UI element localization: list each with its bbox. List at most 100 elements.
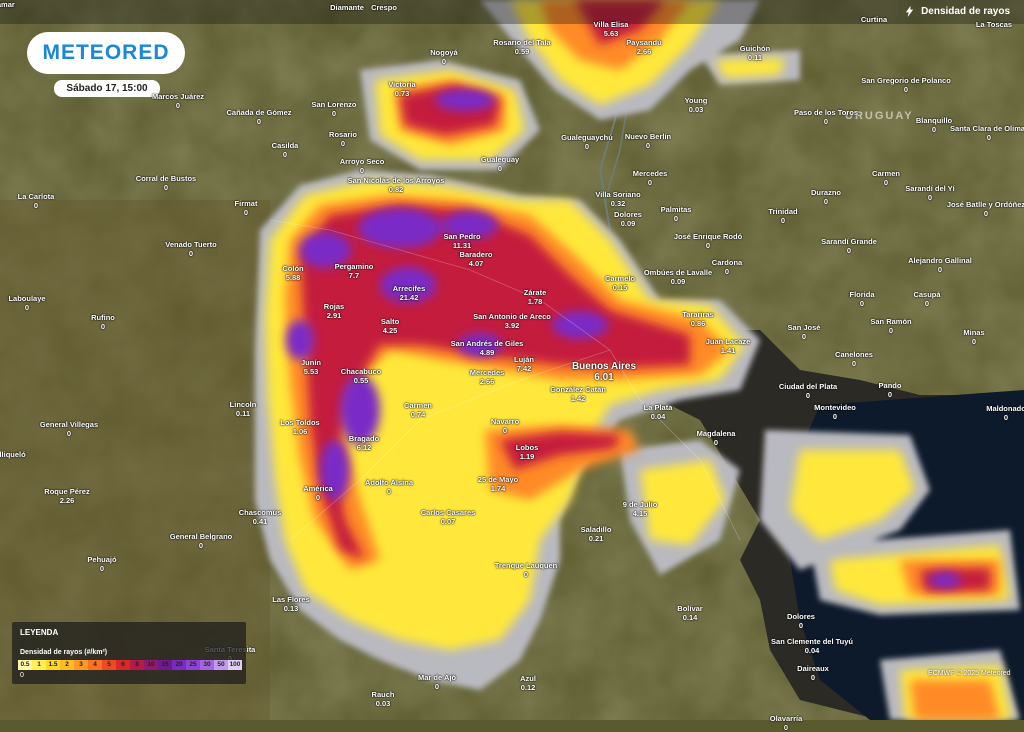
- place-label[interactable]: Las Flores 0.13: [272, 595, 310, 613]
- place-label[interactable]: Villa Elisa 5.63: [594, 20, 629, 38]
- place-label[interactable]: General Belgrano 0: [170, 532, 233, 550]
- place-label[interactable]: Tarariras 0.86: [682, 310, 714, 328]
- place-label[interactable]: Colón 5.88: [282, 264, 303, 282]
- place-label[interactable]: Navarro 0: [491, 417, 519, 435]
- layer-title[interactable]: Densidad de rayos: [904, 6, 1010, 17]
- place-label[interactable]: San Andrés de Giles 4.89: [451, 339, 524, 357]
- place-label[interactable]: San Lorenzo 0: [311, 100, 356, 118]
- place-label[interactable]: La Carlota 0: [18, 192, 55, 210]
- place-label[interactable]: Lobos 1.19: [516, 443, 539, 461]
- place-label[interactable]: Guichón 0.11: [740, 44, 770, 62]
- place-label[interactable]: Rufino 0: [91, 313, 115, 331]
- place-label[interactable]: Paysandú 2.66: [626, 38, 661, 56]
- place-label[interactable]: La Toscas: [976, 20, 1012, 29]
- place-label[interactable]: Montevideo 0: [814, 403, 856, 421]
- place-label[interactable]: San Antonio de Areco 3.92: [473, 312, 551, 330]
- place-label[interactable]: 25 de Mayo 1.74: [478, 475, 518, 493]
- place-label[interactable]: Nuevo Berlín 0: [625, 132, 671, 150]
- place-label[interactable]: Firmat 0: [235, 199, 258, 217]
- place-label[interactable]: General Villegas 0: [40, 420, 98, 438]
- place-label[interactable]: 9 de Julio 4.15: [623, 500, 658, 518]
- place-label[interactable]: Carlos Casares 0.07: [421, 508, 476, 526]
- place-label[interactable]: La Plata 0.04: [644, 403, 673, 421]
- place-label[interactable]: América 0: [303, 484, 333, 502]
- place-label[interactable]: Mercedes 2.66: [470, 368, 505, 386]
- place-label[interactable]: San José 0: [788, 323, 821, 341]
- place-label[interactable]: Arroyo Seco 0: [340, 157, 385, 175]
- place-label[interactable]: González Catán 1.42: [550, 385, 606, 403]
- date-time-selector[interactable]: Sábado 17, 15:00: [54, 80, 160, 97]
- place-label[interactable]: Bragado 6.12: [349, 434, 379, 452]
- place-label[interactable]: Salto 4.25: [381, 317, 399, 335]
- place-label[interactable]: Chascomús 0.41: [239, 508, 282, 526]
- place-label[interactable]: Carmelo 0.15: [605, 274, 635, 292]
- place-label[interactable]: Rosario del Tala 0.59: [493, 38, 550, 56]
- place-label[interactable]: Ombúes de Lavalle 0.09: [644, 268, 712, 286]
- place-label[interactable]: Mar de Ajó 0: [418, 673, 456, 691]
- place-label[interactable]: Chacabuco 0.55: [341, 367, 381, 385]
- place-label[interactable]: Los Toldos 1.06: [280, 418, 319, 436]
- place-label[interactable]: Carmen 0.74: [404, 401, 432, 419]
- place-label[interactable]: Corral de Bustos 0: [136, 174, 196, 192]
- place-label[interactable]: Pergamino 7.7: [335, 262, 374, 280]
- place-label[interactable]: Daireaux 0: [797, 664, 829, 682]
- place-label[interactable]: Casupá 0: [913, 290, 940, 308]
- place-label[interactable]: Dolores 0.09: [614, 210, 642, 228]
- place-label[interactable]: Mercedes 0: [633, 169, 668, 187]
- place-label[interactable]: Paso de los Toros 0: [794, 108, 858, 126]
- place-label[interactable]: Villa Soriano 0.32: [595, 190, 640, 208]
- place-label[interactable]: Rosario 0: [329, 130, 357, 148]
- place-label[interactable]: Azul 0.12: [520, 674, 536, 692]
- place-label[interactable]: Nogoyá 0: [430, 48, 458, 66]
- place-label[interactable]: Junín 5.53: [301, 358, 321, 376]
- place-label[interactable]: Florida 0: [849, 290, 874, 308]
- place-label[interactable]: Buenos Aires 6.01: [572, 361, 636, 383]
- place-label[interactable]: Pinamar: [0, 0, 15, 9]
- place-label[interactable]: Trinidad 0: [768, 207, 797, 225]
- place-label[interactable]: Casilda 0: [272, 141, 299, 159]
- place-label[interactable]: Dolores 0: [787, 612, 815, 630]
- place-label[interactable]: Lincoln 0.11: [230, 400, 257, 418]
- place-label[interactable]: Ciudad del Plata 0: [779, 382, 837, 400]
- place-label[interactable]: Baradero 4.07: [460, 250, 493, 268]
- place-label[interactable]: Santa Clara de Olimar 0: [950, 124, 1024, 142]
- place-label[interactable]: Arrecifes 21.42: [393, 284, 426, 302]
- place-label[interactable]: Adolfo Alsina 0: [365, 478, 413, 496]
- place-label[interactable]: Alejandro Gallinal 0: [908, 256, 972, 274]
- place-label[interactable]: Cardona 0: [712, 258, 742, 276]
- place-label[interactable]: San Ramón 0: [870, 317, 911, 335]
- place-label[interactable]: Carmen 0: [872, 169, 900, 187]
- place-label[interactable]: Curtina: [861, 15, 887, 24]
- place-label[interactable]: Canelones 0: [835, 350, 873, 368]
- meteored-logo[interactable]: METEORED: [27, 32, 185, 74]
- place-label[interactable]: José Enrique Rodó 0: [674, 232, 742, 250]
- place-label[interactable]: Olavarría 0: [770, 714, 803, 732]
- place-label[interactable]: Rauch 0.03: [372, 690, 395, 708]
- place-label[interactable]: Crespo: [371, 3, 397, 12]
- place-label[interactable]: Cañada de Gómez 0: [226, 108, 291, 126]
- place-label[interactable]: San Pedro 11.31: [443, 232, 480, 250]
- place-label[interactable]: San Gregorio de Polanco 0: [861, 76, 951, 94]
- place-label[interactable]: Zárate 1.78: [524, 288, 547, 306]
- place-label[interactable]: Sarandí Grande 0: [821, 237, 877, 255]
- place-label[interactable]: Roque Pérez 2.26: [44, 487, 89, 505]
- place-label[interactable]: Trenque Lauquen 0: [495, 561, 558, 579]
- place-label[interactable]: Victoria 0.73: [388, 80, 415, 98]
- place-label[interactable]: Gualeguaychú 0: [561, 133, 613, 151]
- place-label[interactable]: Minas 0: [963, 328, 984, 346]
- place-label[interactable]: Rojas 2.91: [324, 302, 344, 320]
- place-label[interactable]: Salliqueló: [0, 450, 26, 459]
- place-label[interactable]: Bolívar 0.14: [677, 604, 702, 622]
- place-label[interactable]: Laboulaye 0: [8, 294, 45, 312]
- place-label[interactable]: San Clemente del Tuyú 0.04: [771, 637, 853, 655]
- place-label[interactable]: Juan Lacaze 1.41: [706, 337, 751, 355]
- place-label[interactable]: San Nicolás de los Arroyos 0.82: [348, 176, 445, 194]
- place-label[interactable]: Magdalena 0: [697, 429, 736, 447]
- place-label[interactable]: Maldonado 0: [986, 404, 1024, 422]
- place-label[interactable]: Saladillo 0.21: [581, 525, 612, 543]
- place-label[interactable]: Pando 0: [879, 381, 902, 399]
- place-label[interactable]: Blanquillo 0: [916, 116, 952, 134]
- place-label[interactable]: Diamante: [330, 3, 364, 12]
- place-label[interactable]: Young 0.03: [685, 96, 708, 114]
- place-label[interactable]: Pehuajó 0: [87, 555, 116, 573]
